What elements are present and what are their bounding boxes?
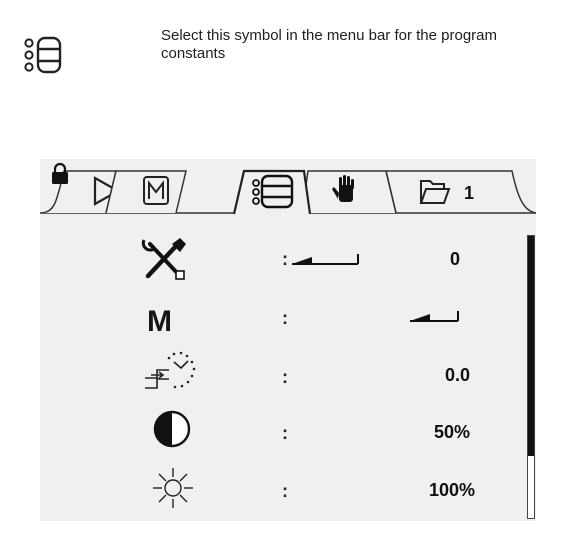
row-contrast-colon: : xyxy=(282,423,288,443)
program-constants-icon xyxy=(24,36,62,74)
row-m-colon: : xyxy=(282,308,288,328)
tab-hand[interactable] xyxy=(301,170,397,214)
level-indicator xyxy=(410,311,459,322)
tab-folder[interactable]: 1 xyxy=(385,170,536,214)
row-tools-value: 0 xyxy=(449,249,460,269)
step-clock-icon xyxy=(145,351,196,389)
tab-folder-label: 1 xyxy=(464,183,474,203)
brightness-icon xyxy=(153,468,193,508)
lock-icon xyxy=(52,162,68,184)
m-label: M xyxy=(147,305,172,338)
contrast-icon xyxy=(153,410,191,448)
row-brightness-value: 100% xyxy=(428,480,475,500)
scrollbar-track[interactable] xyxy=(527,235,535,519)
row-contrast-value: 50% xyxy=(433,422,470,442)
row-time-value: 0.0 xyxy=(444,365,470,385)
tab-manual[interactable] xyxy=(105,170,187,214)
row-tools-colon: : xyxy=(282,249,288,269)
tools-icon xyxy=(141,238,186,280)
level-indicator xyxy=(292,254,359,265)
folder-icon xyxy=(419,180,451,204)
device-screen: 1 : 0 M:: 0.0: 50%: 100% xyxy=(40,159,536,521)
row-time-colon: : xyxy=(282,367,288,387)
instruction-text: Select this symbol in the menu bar for t… xyxy=(161,27,497,62)
menu-bar: 1 xyxy=(40,162,536,215)
tab-program-constants[interactable] xyxy=(232,169,312,215)
scrollbar-thumb[interactable] xyxy=(528,236,534,456)
row-brightness-colon: : xyxy=(282,481,288,501)
